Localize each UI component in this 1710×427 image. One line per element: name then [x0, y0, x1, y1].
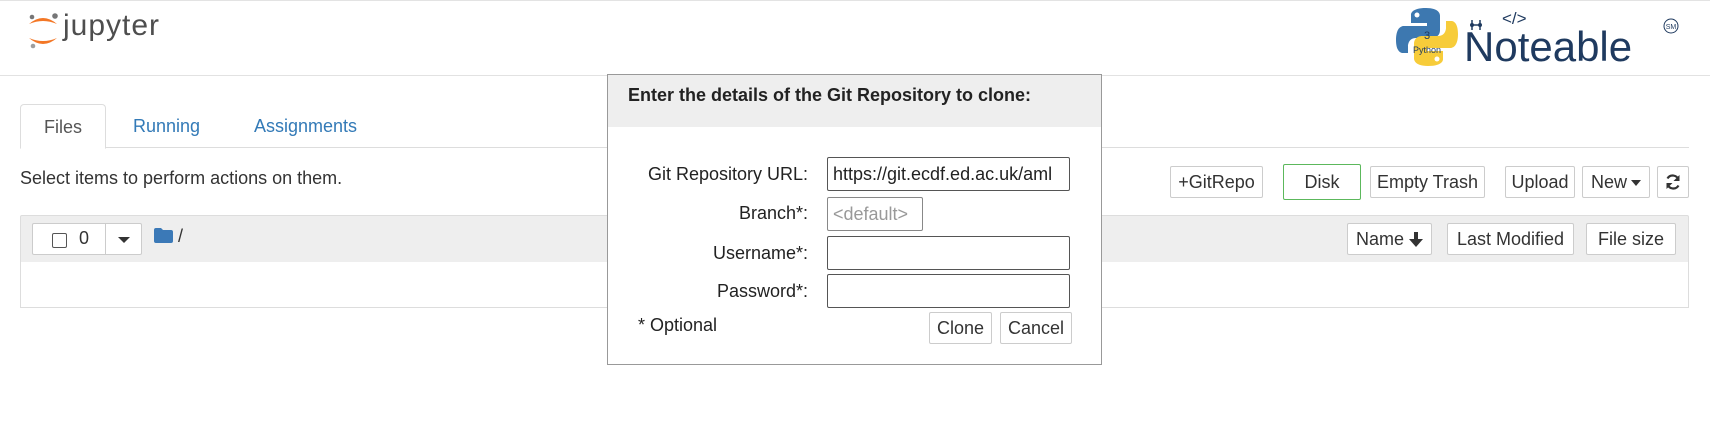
dialog-header: Enter the details of the Git Repository … [608, 75, 1101, 127]
folder-icon[interactable] [154, 228, 173, 243]
tab-running[interactable]: Running [133, 104, 200, 148]
clone-button[interactable]: Clone [929, 312, 992, 344]
arrow-down-icon [1409, 232, 1423, 247]
password-label: Password*: [716, 281, 808, 301]
gitrepo-button[interactable]: +GitRepo [1170, 166, 1263, 198]
caret-down-icon [1631, 180, 1641, 186]
python-badge-text: Python [1413, 45, 1441, 55]
username-input[interactable] [827, 236, 1070, 270]
password-input[interactable] [827, 274, 1070, 308]
service-mark: SM [1666, 24, 1677, 31]
cancel-button[interactable]: Cancel [1000, 312, 1072, 344]
dialog-title: Enter the details of the Git Repository … [628, 85, 1032, 105]
select-all-group: 0 [32, 223, 142, 255]
name-column-label: Name [1356, 229, 1405, 249]
breadcrumb-root[interactable]: / [178, 226, 183, 247]
git-url-label: Git Repository URL: [647, 164, 808, 184]
python-logo-icon: 3 Python [1396, 6, 1458, 73]
upload-button[interactable]: Upload [1505, 166, 1575, 198]
header: jupyter 3 Python </> Noteable SM [0, 0, 1710, 76]
username-label: Username*: [712, 243, 808, 263]
disk-button[interactable]: Disk [1283, 164, 1361, 200]
select-all-checkbox[interactable] [52, 233, 67, 248]
selected-count: 0 [79, 228, 90, 248]
branch-label: Branch*: [738, 203, 808, 223]
sort-file-size-button[interactable]: File size [1586, 223, 1676, 255]
tab-assignments[interactable]: Assignments [254, 104, 357, 148]
jupyter-logo-icon[interactable] [26, 8, 60, 57]
sort-last-modified-button[interactable]: Last Modified [1447, 223, 1574, 255]
sort-name-button[interactable]: Name [1347, 223, 1432, 255]
jupyter-wordmark[interactable]: jupyter [63, 9, 160, 43]
git-url-input[interactable]: https://git.ecdf.ed.ac.uk/aml [827, 157, 1070, 191]
git-clone-dialog: Enter the details of the Git Repository … [607, 74, 1102, 365]
python-badge-number: 3 [1424, 30, 1430, 42]
noteable-wordmark: Noteable [1464, 23, 1632, 68]
new-dropdown-button[interactable]: New [1582, 166, 1650, 198]
branch-input[interactable]: <default> [827, 197, 923, 231]
selection-dropdown-icon[interactable] [118, 237, 130, 243]
selection-hint: Select items to perform actions on them. [20, 168, 343, 188]
optional-note: * Optional [638, 315, 718, 335]
tab-files[interactable]: Files [20, 104, 106, 149]
refresh-button[interactable] [1657, 166, 1689, 198]
refresh-icon [1666, 174, 1680, 190]
divider [105, 224, 106, 254]
noteable-logo[interactable]: </> Noteable SM [1462, 6, 1682, 73]
empty-trash-button[interactable]: Empty Trash [1370, 166, 1485, 198]
new-button-label: New [1591, 172, 1628, 192]
